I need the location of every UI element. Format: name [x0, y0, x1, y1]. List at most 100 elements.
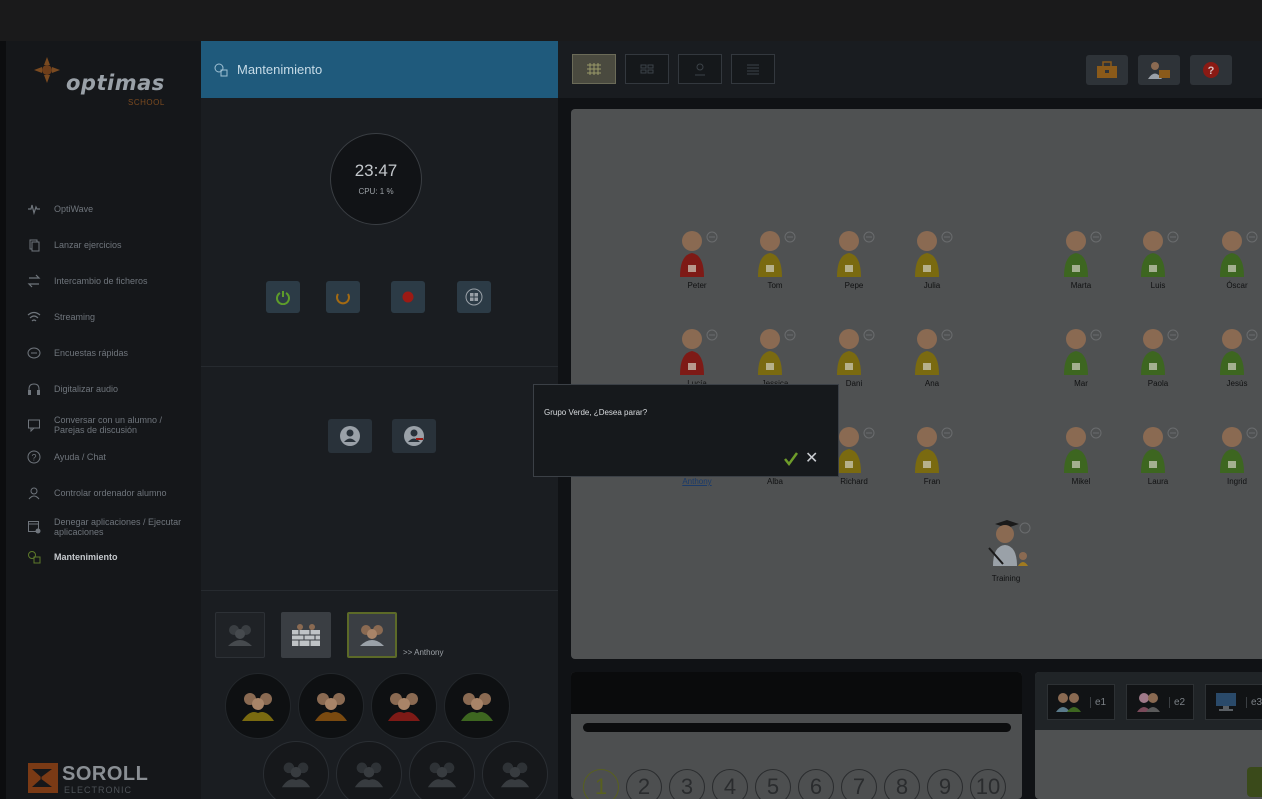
room-go-button[interactable]	[1247, 767, 1262, 797]
teacher-tools-button[interactable]	[1138, 55, 1180, 85]
select-all-users-button[interactable]	[215, 612, 265, 658]
sidebar-item-denegar-aplicaciones[interactable]: Denegar aplicaciones / Ejecutar aplicaci…	[6, 515, 201, 539]
user-logout-button[interactable]	[392, 419, 436, 453]
room-button-3[interactable]: e3	[1205, 684, 1262, 720]
page-number-4[interactable]: 4	[712, 769, 748, 799]
student-avatar-icon	[1141, 427, 1179, 473]
cpu-usage: CPU: 1 %	[358, 187, 394, 196]
student-luis[interactable]: Luis	[1133, 229, 1183, 290]
user-login-button[interactable]	[328, 419, 372, 453]
sidebar-item-encuestas[interactable]: Encuestas rápidas	[6, 343, 201, 363]
view-grid-button[interactable]	[572, 54, 616, 84]
view-groups-button[interactable]	[625, 54, 669, 84]
maintenance-icon	[214, 63, 228, 76]
student-marta[interactable]: Marta	[1056, 229, 1106, 290]
logo-subtitle: SCHOOL	[128, 98, 165, 107]
page-number-2[interactable]: 2	[626, 769, 662, 799]
sidebar-item-intercambio-ficheros[interactable]: Intercambio de ficheros	[6, 271, 201, 291]
student-julia[interactable]: Julia	[907, 229, 957, 290]
panel-header: Mantenimiento	[201, 41, 558, 98]
student-tom[interactable]: Tom	[750, 229, 800, 290]
sidebar-item-label: OptiWave	[54, 204, 94, 214]
computer-icon	[1216, 693, 1236, 711]
app-window: optimas SCHOOL OptiWave Lanzar ejercicio…	[6, 41, 1262, 799]
sidebar-item-digitalizar-audio[interactable]: Digitalizar audio	[6, 379, 201, 399]
page-number-5[interactable]: 5	[755, 769, 791, 799]
select-wall-button[interactable]	[281, 612, 331, 658]
page-number-7[interactable]: 7	[841, 769, 877, 799]
page-number-9[interactable]: 9	[927, 769, 963, 799]
sidebar-item-optiwave[interactable]: OptiWave	[6, 199, 201, 219]
student-jessica[interactable]: Jessica	[750, 327, 800, 388]
sidebar-item-controlar-ordenador[interactable]: Controlar ordenador alumno	[6, 483, 201, 503]
view-user-button[interactable]	[678, 54, 722, 84]
room-selector: e1 e2 e3	[1035, 672, 1262, 799]
page-number-1[interactable]: 1	[583, 769, 619, 799]
view-list-button[interactable]	[731, 54, 775, 84]
group-empty-button-3[interactable]	[409, 741, 475, 799]
room-button-1[interactable]: e1	[1047, 684, 1115, 720]
page-number-6[interactable]: 6	[798, 769, 834, 799]
windows-session-button[interactable]	[457, 281, 491, 313]
cancel-x-icon[interactable]: ✕	[805, 448, 818, 468]
teacher-training[interactable]: Training	[981, 520, 1031, 583]
sidebar-item-label: Streaming	[54, 312, 96, 322]
group-yellow-button[interactable]	[225, 673, 291, 739]
list-view-icon	[747, 64, 759, 75]
group-empty-button-2[interactable]	[336, 741, 402, 799]
student-óscar[interactable]: Óscar	[1212, 229, 1262, 290]
group-empty-button-4[interactable]	[482, 741, 548, 799]
help-button[interactable]: ?	[1190, 55, 1232, 85]
student-mar[interactable]: Mar	[1056, 327, 1106, 388]
student-avatar-icon	[837, 231, 875, 277]
student-mikel[interactable]: Mikel	[1056, 425, 1106, 486]
student-avatar-icon	[758, 329, 796, 375]
confirm-check-icon[interactable]	[783, 451, 799, 467]
power-off-button[interactable]	[266, 281, 300, 313]
student-ingrid[interactable]: Ingrid	[1212, 425, 1262, 486]
sidebar-item-lanzar-ejercicios[interactable]: Lanzar ejercicios	[6, 235, 201, 255]
student-avatar-icon	[1220, 329, 1258, 375]
student-avatar-icon	[1064, 427, 1102, 473]
room-button-2[interactable]: e2	[1126, 684, 1194, 720]
sidebar-item-streaming[interactable]: Streaming	[6, 307, 201, 327]
student-name: Ingrid	[1226, 477, 1247, 486]
divider	[201, 366, 558, 367]
teacher-name: Training	[991, 574, 1021, 583]
student-name: Marta	[1070, 281, 1092, 290]
restart-button[interactable]	[326, 281, 360, 313]
toolbox-button[interactable]	[1086, 55, 1128, 85]
panel-title: Mantenimiento	[237, 62, 323, 77]
student-fran[interactable]: Fran	[907, 425, 957, 486]
group-green-button[interactable]	[444, 673, 510, 739]
group-orange-icon	[315, 693, 347, 721]
dialog-question: Grupo Verde, ¿Desea parar?	[544, 408, 648, 417]
users-group-icon	[228, 625, 252, 646]
sidebar-item-label: Conversar con un alumno / Parejas de dis…	[54, 415, 163, 435]
page-number-10[interactable]: 10	[970, 769, 1006, 799]
question-icon: ?	[26, 449, 42, 465]
student-dani[interactable]: Dani	[829, 327, 879, 388]
progress-slider[interactable]	[583, 723, 1011, 732]
page-number-3[interactable]: 3	[669, 769, 705, 799]
group-red-button[interactable]	[371, 673, 437, 739]
student-paola[interactable]: Paola	[1133, 327, 1183, 388]
student-pepe[interactable]: Pepe	[829, 229, 879, 290]
sidebar-item-mantenimiento[interactable]: Mantenimiento	[6, 547, 201, 567]
record-button[interactable]	[391, 281, 425, 313]
student-peter[interactable]: Peter	[672, 229, 722, 290]
sidebar-item-ayuda-chat[interactable]: ? Ayuda / Chat	[6, 447, 201, 467]
student-ana[interactable]: Ana	[907, 327, 957, 388]
group-empty-button-1[interactable]	[263, 741, 329, 799]
group-orange-button[interactable]	[298, 673, 364, 739]
maintenance-icon	[26, 549, 42, 565]
student-jesús[interactable]: Jesús	[1212, 327, 1262, 388]
divider	[201, 590, 558, 591]
student-lucía[interactable]: Lucía	[672, 327, 722, 388]
select-single-user-button[interactable]	[347, 612, 397, 658]
student-name: Julia	[923, 281, 941, 290]
student-laura[interactable]: Laura	[1133, 425, 1183, 486]
sidebar-item-conversar[interactable]: Conversar con un alumno / Parejas de dis…	[6, 413, 201, 437]
page-number-8[interactable]: 8	[884, 769, 920, 799]
sidebar-item-label: Ayuda / Chat	[54, 452, 106, 462]
